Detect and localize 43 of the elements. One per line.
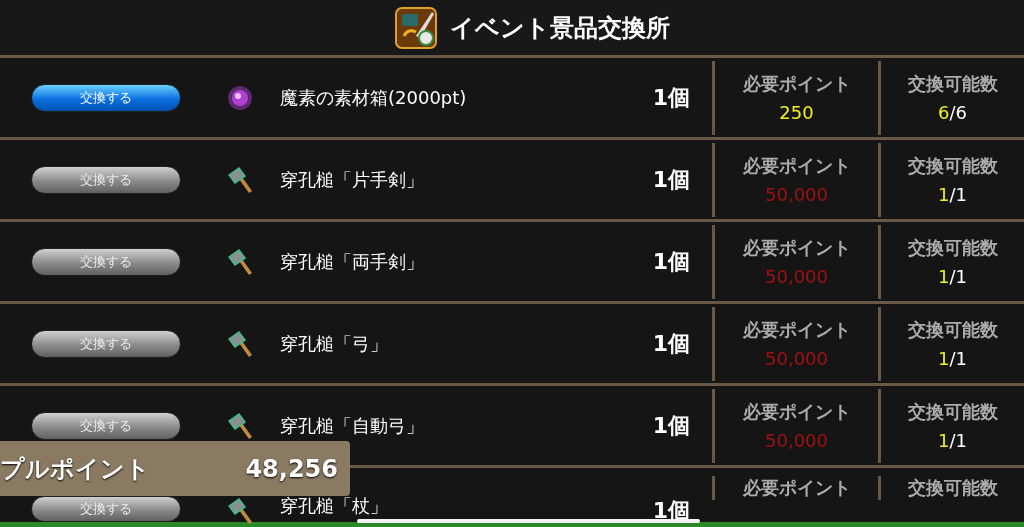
points-label: 必要ポイント <box>742 236 851 260</box>
count-label: 交換可能数 <box>907 154 998 178</box>
exchange-count: 1/1 <box>938 184 967 205</box>
shop-icon <box>394 5 438 50</box>
points-label: 必要ポイント <box>742 318 851 342</box>
item-quantity: 1個 <box>651 83 691 112</box>
item-name: 穿孔槌「杖」 <box>279 496 389 516</box>
exchange-count: 1/1 <box>938 348 967 369</box>
hammer-icon <box>225 328 255 359</box>
points-panel-value: 48,256 <box>245 454 338 483</box>
required-points: 50,000 <box>765 266 828 287</box>
item-quantity: 1個 <box>651 165 691 194</box>
item-name: 穿孔槌「両手剣」 <box>279 249 425 274</box>
exchange-button[interactable]: 交換する <box>31 83 181 112</box>
hammer-icon <box>225 246 255 277</box>
count-label: 交換可能数 <box>907 400 998 424</box>
required-points: 50,000 <box>765 430 828 451</box>
hammer-icon <box>225 410 255 441</box>
points-label: 必要ポイント <box>742 400 851 424</box>
page-title: イベント景品交換所 <box>450 12 670 44</box>
count-label: 交換可能数 <box>907 72 998 96</box>
required-points: 250 <box>779 102 814 123</box>
points-label: 必要ポイント <box>742 154 851 178</box>
required-points: 50,000 <box>765 184 828 205</box>
item-quantity: 1個 <box>651 247 691 276</box>
exchange-count: 1/1 <box>938 430 967 451</box>
exchange-count: 1/1 <box>938 266 967 287</box>
exchange-count: 6/6 <box>938 102 967 123</box>
hammer-icon <box>225 496 255 526</box>
hammer-icon <box>225 164 255 195</box>
points-label: 必要ポイント <box>742 72 851 96</box>
item-name: 魔素の素材箱(2000pt) <box>279 85 468 110</box>
item-name: 穿孔槌「弓」 <box>279 331 389 356</box>
count-label: 交換可能数 <box>907 318 998 342</box>
count-label: 交換可能数 <box>907 236 998 260</box>
points-label: 必要ポイント <box>742 476 851 500</box>
required-points: 50,000 <box>765 348 828 369</box>
item-name: 穿孔槌「自動弓」 <box>279 413 425 438</box>
count-label: 交換可能数 <box>907 476 998 500</box>
points-panel-label: プルポイント <box>0 453 150 485</box>
item-name: 穿孔槌「片手剣」 <box>279 167 425 192</box>
item-quantity: 1個 <box>651 329 691 358</box>
item-quantity: 1個 <box>651 411 691 440</box>
